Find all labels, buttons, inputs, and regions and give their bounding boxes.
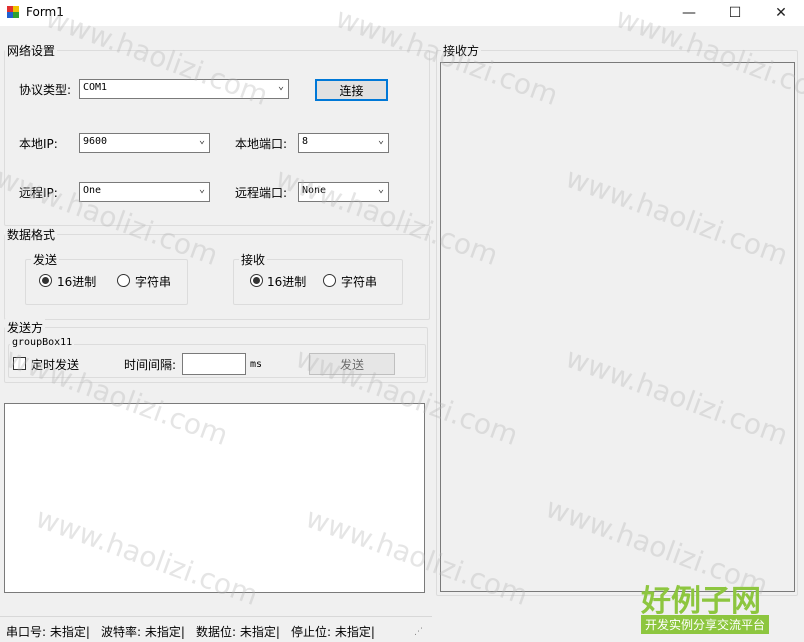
local-ip-combo[interactable]: 9600 ⌄ — [79, 133, 210, 153]
maximize-button[interactable]: ☐ — [712, 0, 758, 26]
protocol-label: 协议类型: — [19, 83, 72, 97]
local-ip-label: 本地IP: — [19, 137, 58, 151]
local-ip-value: 9600 — [83, 136, 108, 147]
remote-port-label: 远程端口: — [235, 186, 288, 200]
status-bar: 串口号: 未指定| 波特率: 未指定| 数据位: 未指定| 停止位: 未指定| … — [0, 616, 432, 642]
status-stop-bits: 停止位: 未指定| — [291, 625, 375, 639]
window-title: Form1 — [26, 5, 64, 19]
send-string-radio[interactable] — [117, 274, 130, 287]
resize-grip-icon[interactable]: ⋰ — [414, 627, 423, 637]
interval-unit: ms — [250, 359, 263, 370]
close-button[interactable]: ✕ — [758, 0, 804, 26]
remote-ip-label: 远程IP: — [19, 186, 58, 200]
groupbox11-title: groupBox11 — [10, 337, 75, 348]
timed-send-label: 定时发送 — [31, 358, 80, 372]
chevron-down-icon: ⌄ — [377, 135, 384, 146]
recv-hex-label: 16进制 — [267, 275, 307, 289]
protocol-value: COM1 — [83, 82, 108, 93]
send-textarea[interactable] — [4, 403, 425, 593]
chevron-down-icon: ⌄ — [277, 81, 284, 92]
send-hex-label: 16进制 — [57, 275, 97, 289]
send-string-label: 字符串 — [135, 275, 172, 289]
sender-title: 发送方 — [5, 319, 46, 336]
logo-subtitle: 开发实例分享交流平台 — [641, 615, 770, 634]
minimize-icon: — — [682, 5, 696, 21]
recv-string-radio[interactable] — [323, 274, 336, 287]
chevron-down-icon: ⌄ — [377, 184, 384, 195]
send-button[interactable]: 发送 — [309, 353, 395, 375]
interval-input[interactable] — [182, 353, 246, 375]
data-format-title: 数据格式 — [5, 226, 58, 243]
close-icon: ✕ — [775, 5, 787, 21]
recv-hex-radio[interactable] — [250, 274, 263, 287]
status-data-bits: 数据位: 未指定| — [196, 625, 280, 639]
timed-send-checkbox[interactable] — [13, 357, 26, 370]
network-settings-title: 网络设置 — [5, 42, 58, 59]
app-icon — [7, 6, 19, 18]
send-format-title: 发送 — [31, 251, 60, 268]
recv-format-title: 接收 — [239, 251, 268, 268]
local-port-value: 8 — [302, 136, 309, 147]
remote-ip-combo[interactable]: One ⌄ — [79, 182, 210, 202]
chevron-down-icon: ⌄ — [198, 184, 205, 195]
remote-port-value: None — [302, 185, 327, 196]
interval-label: 时间间隔: — [124, 358, 177, 372]
status-baud: 波特率: 未指定| — [101, 625, 185, 639]
remote-ip-value: One — [83, 185, 102, 196]
connect-button[interactable]: 连接 — [315, 79, 388, 101]
local-port-combo[interactable]: 8 ⌄ — [298, 133, 389, 153]
recv-string-label: 字符串 — [341, 275, 378, 289]
receiver-title: 接收方 — [441, 42, 482, 59]
logo-title: 好例子网 — [641, 584, 761, 619]
minimize-button[interactable]: — — [666, 0, 712, 26]
local-port-label: 本地端口: — [235, 137, 288, 151]
send-hex-radio[interactable] — [39, 274, 52, 287]
status-port: 串口号: 未指定| — [6, 625, 90, 639]
radio-dot-icon — [42, 277, 49, 284]
chevron-down-icon: ⌄ — [198, 135, 205, 146]
title-bar: Form1 — ☐ ✕ — [0, 0, 804, 26]
radio-dot-icon — [253, 277, 260, 284]
protocol-combo[interactable]: COM1 ⌄ — [79, 79, 289, 99]
maximize-icon: ☐ — [728, 5, 742, 21]
remote-port-combo[interactable]: None ⌄ — [298, 182, 389, 202]
receive-textarea[interactable] — [440, 62, 795, 592]
